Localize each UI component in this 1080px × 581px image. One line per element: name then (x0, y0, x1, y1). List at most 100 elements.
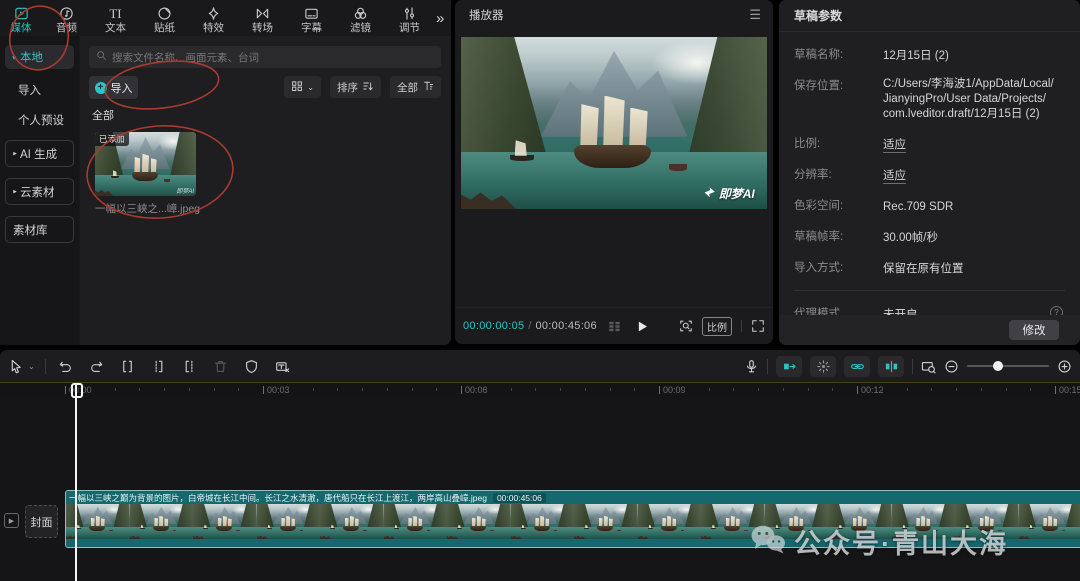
video-preview[interactable]: 即梦AI (461, 37, 767, 209)
draft-row-1: 保存位置:C:/Users/李海波1/AppData/Local/Jianyin… (794, 77, 1065, 122)
tab-text[interactable]: TI文本 (91, 3, 140, 34)
filmstrip-frame (257, 504, 321, 539)
draft-params-panel: 草稿参数 草稿名称:12月15日 (2) 保存位置:C:/Users/李海波1/A… (779, 0, 1080, 345)
tab-filter[interactable]: 滤镜 (336, 3, 385, 34)
caret-icon: ▸ (13, 149, 17, 157)
adjust-icon (402, 6, 417, 21)
split-left-icon[interactable] (151, 359, 166, 374)
split-icon[interactable] (120, 359, 135, 374)
draft-footer: 修改 (779, 315, 1080, 345)
import-button-label: 导入 (111, 80, 133, 96)
media-icon (14, 6, 29, 21)
filmstrip-frame (892, 504, 956, 539)
filmstrip-frame (130, 504, 194, 539)
tab-effect[interactable]: 特效 (189, 3, 238, 34)
auto-snap-toggle[interactable] (810, 356, 836, 377)
search-input[interactable]: 搜索文件名称、画面元素、台词 (89, 46, 441, 68)
view-mode-button[interactable]: ⌄ (284, 76, 321, 98)
ai-watermark: 即梦AI (703, 185, 755, 202)
added-badge: 已添加 (95, 132, 129, 146)
draft-params-title: 草稿参数 (794, 7, 842, 24)
search-icon (96, 48, 107, 66)
record-audio-icon[interactable] (744, 359, 759, 374)
divider (741, 320, 742, 332)
section-label-all: 全部 (92, 107, 114, 123)
filmstrip-frame (828, 504, 892, 539)
split-right-icon[interactable] (182, 359, 197, 374)
clip-filmstrip (66, 504, 1080, 539)
select-tool-icon[interactable] (9, 359, 24, 374)
draft-row-3: 分辨率:适应 (794, 166, 1065, 184)
tab-media[interactable]: 媒体 (0, 3, 42, 34)
ratio-button[interactable]: 比例 (702, 317, 732, 336)
zoom-out-icon[interactable] (944, 359, 959, 374)
draft-row-2: 比例:适应 (794, 135, 1065, 153)
fullscreen-icon[interactable] (751, 319, 765, 333)
undo-icon[interactable] (58, 359, 73, 374)
tab-transition[interactable]: 转场 (238, 3, 287, 34)
preview-axis-toggle[interactable] (878, 356, 904, 377)
sort-button[interactable]: 排序 (330, 76, 381, 98)
media-sidebar: ▾本地导入个人预设 ▸AI 生成 ▸云素材素材库 (0, 36, 79, 345)
mask-icon[interactable] (244, 359, 259, 374)
text-clear-icon[interactable] (275, 359, 290, 374)
filmstrip-frame (511, 504, 575, 539)
draft-row-0: 草稿名称:12月15日 (2) (794, 46, 1065, 64)
link-toggle[interactable] (844, 356, 870, 377)
sidebar-item-1[interactable]: 导入 (18, 81, 79, 99)
timeline-zoom-slider[interactable] (967, 360, 1049, 372)
text-icon: TI (109, 6, 121, 21)
draft-row-4: 色彩空间:Rec.709 SDR (794, 197, 1065, 215)
select-tool-chevron-icon[interactable]: ⌄ (28, 362, 35, 371)
modify-button[interactable]: 修改 (1009, 320, 1059, 340)
redo-icon[interactable] (89, 359, 104, 374)
frame-preview-icon[interactable] (607, 319, 622, 334)
timeline-ruler[interactable]: 00:0000:0300:0600:0900:1200:15 (0, 382, 1080, 398)
ai-watermark-small: 即梦AI (176, 186, 194, 195)
divider (912, 359, 913, 374)
top-tabs-row: 媒体音频TI文本贴纸特效转场字幕滤镜调节» (0, 0, 451, 36)
zoom-slider-handle[interactable] (993, 361, 1003, 371)
media-item-filename: 一幅以三峡之...嶂.jpeg (95, 201, 205, 216)
sort-icon (362, 80, 374, 95)
cover-button[interactable]: 封面 (25, 505, 58, 538)
media-item-thumbnail[interactable]: 已添加 即梦AI (95, 132, 196, 196)
filmstrip-frame (765, 504, 829, 539)
playhead[interactable] (71, 383, 80, 581)
clip-title: 一幅以三峡之巅为背景的图片，白帝城在长江中间。长江之水清澈，唐代船只在长江上渡江… (69, 492, 487, 504)
caret-icon: ▸ (13, 187, 17, 195)
sidebar-item-5[interactable]: 素材库 (5, 216, 74, 243)
sidebar-item-3[interactable]: ▸AI 生成 (5, 140, 74, 167)
current-timecode: 00:00:00:05 (463, 320, 524, 332)
timecode-separator: / (528, 320, 531, 332)
tab-adjust[interactable]: 调节 (385, 3, 434, 34)
transition-icon (255, 6, 270, 21)
filmstrip-frame (1019, 504, 1080, 539)
draft-rows: 草稿名称:12月15日 (2) 保存位置:C:/Users/李海波1/AppDat… (779, 31, 1080, 345)
grid-view-icon (291, 80, 303, 95)
timeline-zoom-setting-icon[interactable] (921, 359, 936, 374)
sidebar-item-2[interactable]: 个人预设 (18, 111, 79, 129)
sidebar-item-0[interactable]: ▾本地 (5, 45, 74, 69)
filmstrip-frame (638, 504, 702, 539)
filmstrip-frame (447, 504, 511, 539)
filter-button-label: 全部 (397, 80, 418, 95)
sidebar-item-4[interactable]: ▸云素材 (5, 178, 74, 205)
caption-icon (304, 6, 319, 21)
main-track-magnet-toggle[interactable] (776, 356, 802, 377)
more-tabs-icon[interactable]: » (436, 10, 444, 27)
tab-caption[interactable]: 字幕 (287, 3, 336, 34)
zoom-in-icon[interactable] (1057, 359, 1072, 374)
timeline-clip[interactable]: 一幅以三峡之巅为背景的图片，白帝城在长江中间。长江之水清澈，唐代船只在长江上渡江… (65, 490, 1080, 548)
delete-icon (213, 359, 228, 374)
tab-sticker[interactable]: 贴纸 (140, 3, 189, 34)
clip-duration: 00:00:45:06 (493, 493, 546, 503)
plus-icon: + (95, 82, 107, 94)
jianying-editor-window: 媒体音频TI文本贴纸特效转场字幕滤镜调节» ▾本地导入个人预设 ▸AI 生成 ▸云素… (0, 0, 1080, 581)
import-button[interactable]: + 导入 (89, 76, 138, 99)
focus-preview-icon[interactable] (679, 319, 693, 333)
play-button[interactable] (636, 320, 649, 333)
filter-button[interactable]: 全部 (390, 76, 441, 98)
player-menu-icon[interactable]: ☰ (749, 7, 761, 23)
tab-audio[interactable]: 音频 (42, 3, 91, 34)
